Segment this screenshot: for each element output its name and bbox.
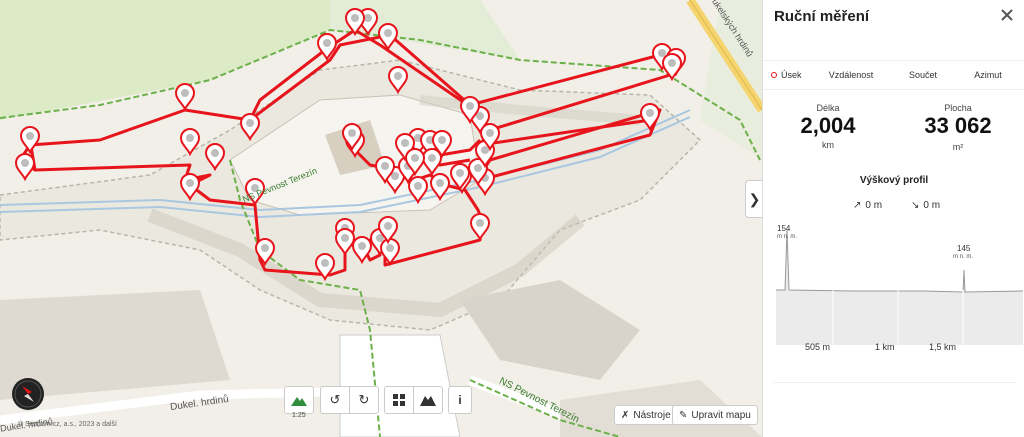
x-tick: 1 km: [875, 342, 895, 352]
route-pin[interactable]: [377, 23, 399, 52]
radio-icon: [771, 72, 777, 78]
panel-title: Ruční měření: [774, 8, 870, 25]
route-pin[interactable]: [314, 253, 336, 282]
route-pin[interactable]: [379, 238, 401, 267]
layers-grid-button[interactable]: [384, 386, 414, 414]
edit-map-label: Upravit mapu: [691, 409, 751, 421]
rotate-left-icon: ↺: [329, 392, 341, 407]
length-unit: km: [822, 140, 834, 150]
tab-soucet[interactable]: Součet: [895, 70, 951, 80]
length-value: 2,004: [800, 113, 856, 138]
route-pin[interactable]: [469, 213, 491, 242]
ascent: ↗ 0 m: [853, 200, 882, 211]
elevation-chart: [776, 229, 1023, 350]
route-pin[interactable]: [387, 66, 409, 95]
collapse-panel-button[interactable]: ❯: [745, 180, 763, 218]
chevron-right-icon: ❯: [748, 190, 761, 207]
tools-icon: ✗: [621, 409, 630, 421]
route-pin[interactable]: [204, 143, 226, 172]
rotate-right-button[interactable]: ↻: [349, 386, 379, 414]
route-pin[interactable]: [639, 103, 661, 132]
area-value: 33 062: [924, 113, 992, 138]
tab-usek[interactable]: Úsek: [763, 70, 807, 80]
peak1-value: 154: [777, 224, 791, 233]
3d-icon: [420, 396, 436, 406]
copyright: © Seznam.cz, a.s., 2023 a další: [18, 421, 117, 428]
route-pin[interactable]: [351, 236, 373, 265]
route-pin[interactable]: [239, 113, 261, 142]
ascent-value: 0 m: [865, 200, 883, 211]
app-root: Dukel. hrdinů Dukel. hrdinů NS Pevnost T…: [0, 0, 1024, 437]
rotate-left-button[interactable]: ↺: [320, 386, 350, 414]
divider: [773, 382, 1015, 383]
tab-usek-label: Úsek: [781, 70, 802, 80]
elevation-profile-title: Výškový profil: [859, 175, 929, 186]
area-unit: m²: [952, 142, 964, 152]
compass-icon: [14, 380, 42, 408]
descent: ↘ 0 m: [911, 200, 940, 211]
route-pin[interactable]: [334, 228, 356, 257]
route-pin[interactable]: [14, 153, 36, 182]
arrow-down-right-icon: ↘: [911, 200, 920, 211]
route-pin[interactable]: [174, 83, 196, 112]
info-icon: i: [458, 393, 462, 407]
zoom-scale: 1:25: [292, 412, 306, 419]
arrow-up-right-icon: ↗: [853, 200, 862, 211]
mountain-icon: [291, 397, 307, 406]
edit-map-button[interactable]: ✎ Upravit mapu: [672, 405, 758, 425]
pencil-icon: ✎: [679, 409, 688, 421]
tab-vzdalenost[interactable]: Vzdálenost: [807, 70, 895, 80]
length-label: Délka: [816, 103, 840, 113]
x-tick: 505 m: [805, 342, 831, 352]
route-pin[interactable]: [429, 173, 451, 202]
descent-value: 0 m: [923, 200, 941, 211]
peak1-unit: m n. m.: [777, 234, 798, 240]
measurement-panel: Ruční měření Úsek Vzdálenost Součet Azim…: [762, 0, 1024, 437]
route-pin[interactable]: [407, 176, 429, 205]
map-view[interactable]: Dukel. hrdinů Dukel. hrdinů NS Pevnost T…: [0, 0, 762, 437]
grid-icon: [393, 394, 405, 406]
compass-button[interactable]: [12, 378, 44, 410]
terrain-button[interactable]: [284, 386, 314, 414]
tools-button[interactable]: ✗ Nástroje: [614, 405, 678, 425]
route-pin[interactable]: [316, 33, 338, 62]
x-tick: 1,5 km: [929, 342, 957, 352]
route-pin[interactable]: [254, 238, 276, 267]
route-pin[interactable]: [179, 128, 201, 157]
route-pin[interactable]: [421, 148, 443, 177]
measure-tabs: Úsek Vzdálenost Součet Azimut: [763, 60, 1024, 90]
close-icon[interactable]: [998, 6, 1016, 24]
route-pin[interactable]: [19, 126, 41, 155]
route-pin[interactable]: [344, 8, 366, 37]
info-button[interactable]: i: [448, 386, 472, 414]
tab-azimut[interactable]: Azimut: [951, 70, 1024, 80]
3d-view-button[interactable]: [413, 386, 443, 414]
route-pin[interactable]: [661, 53, 683, 82]
measurement-pins[interactable]: [0, 0, 762, 437]
route-pin[interactable]: [179, 173, 201, 202]
peak2-unit: m n. m.: [953, 254, 974, 260]
rotate-right-icon: ↻: [358, 392, 370, 407]
peak2-value: 145: [957, 244, 971, 253]
area-label: Plocha: [944, 103, 972, 113]
tools-label: Nástroje: [633, 409, 671, 421]
